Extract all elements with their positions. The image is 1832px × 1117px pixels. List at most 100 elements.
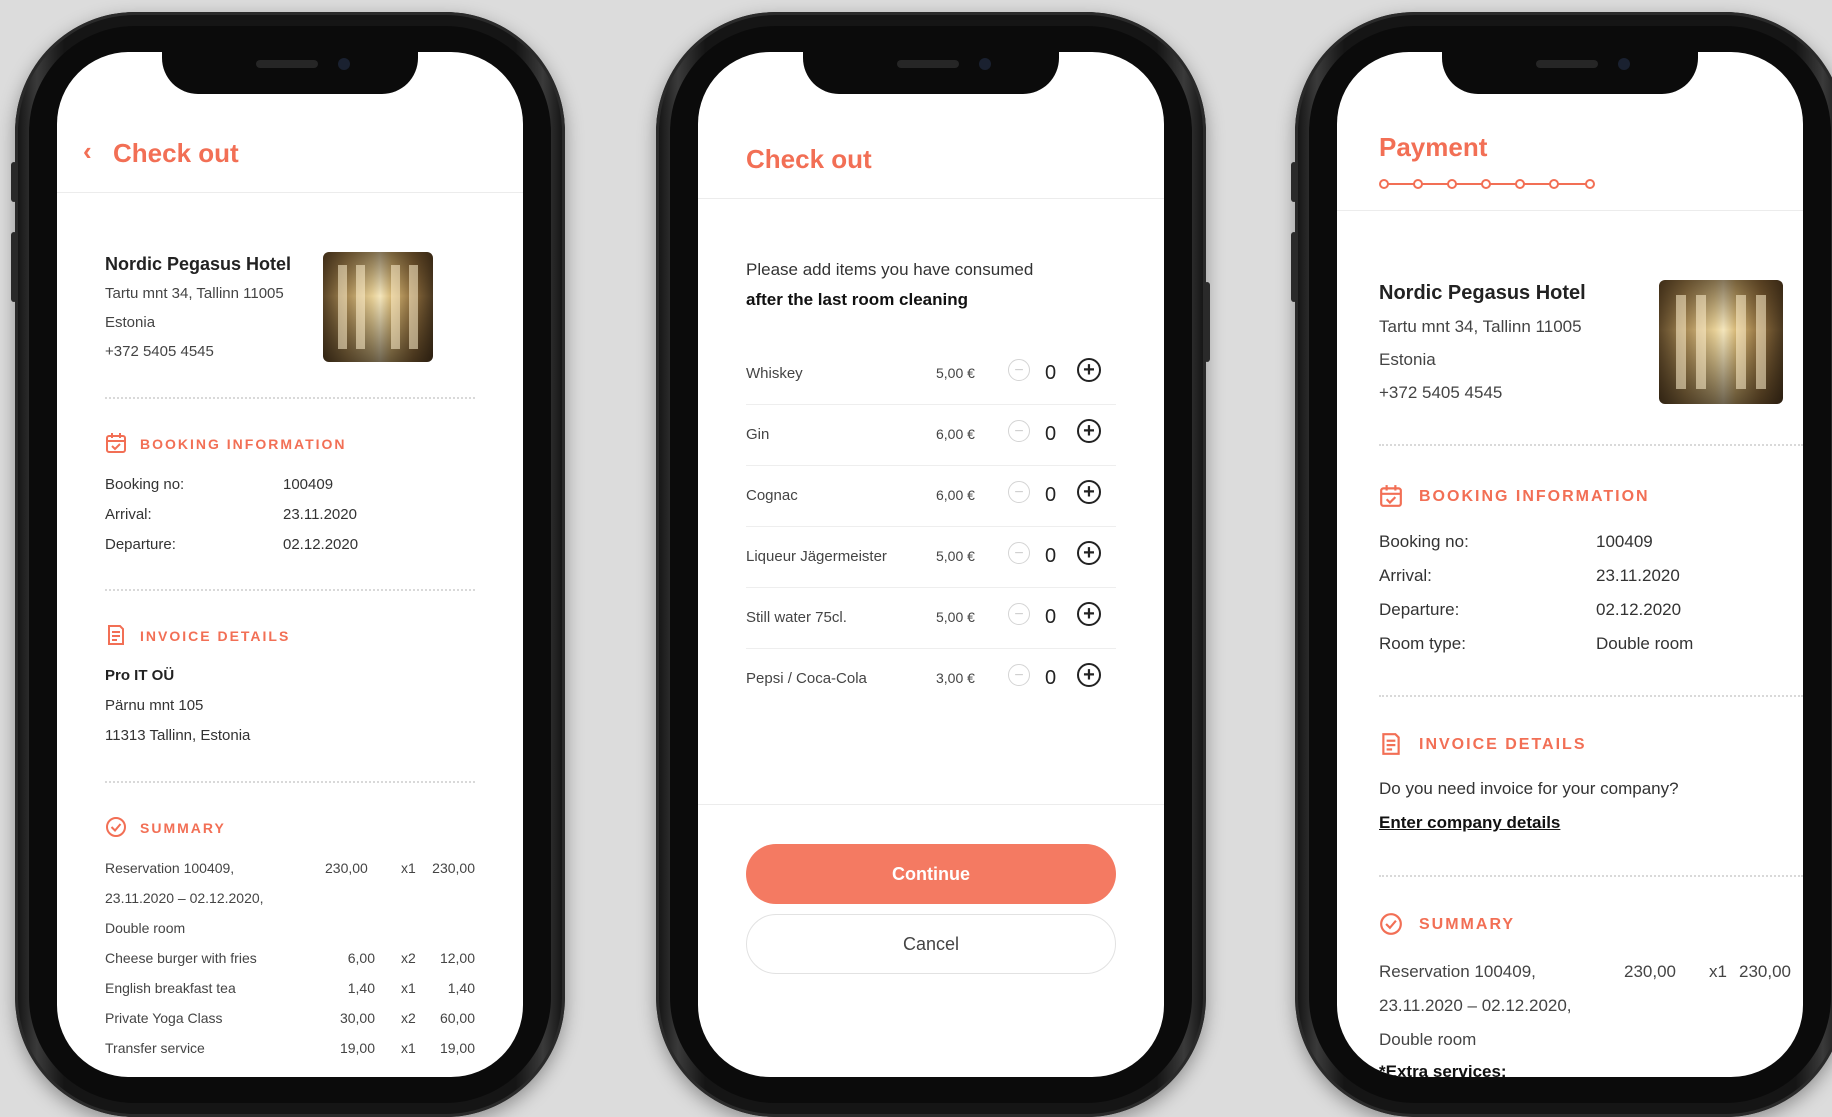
minus-icon[interactable]: − (1008, 542, 1030, 564)
mute-switch (11, 162, 17, 202)
reservation-price: 230,00 (325, 860, 368, 876)
reservation-total: 230,00 (432, 860, 475, 876)
booking-no-label: Booking no: (1379, 532, 1469, 551)
minus-icon[interactable]: − (1008, 481, 1030, 503)
minus-icon[interactable]: − (1008, 359, 1030, 381)
arrival-label: Arrival: (1379, 566, 1432, 585)
item-name: Liqueur Jägermeister (746, 548, 887, 565)
intro-text: Please add items you have consumed (746, 260, 1034, 279)
item-total: 12,00 (439, 950, 475, 966)
cancel-button[interactable]: Cancel (746, 914, 1116, 974)
enter-company-details-link[interactable]: Enter company details (1379, 813, 1560, 833)
reservation-line1: Reservation 100409, (1379, 962, 1536, 981)
extra-services-label: *Extra services: (1379, 1062, 1507, 1077)
arrival-label: Arrival: (105, 506, 152, 523)
item-price: 1,40 (347, 980, 375, 996)
item-qty: x2 (401, 950, 416, 966)
speaker-grille (897, 60, 959, 68)
volume-up-button (1291, 232, 1297, 302)
divider (1379, 695, 1803, 697)
plus-icon[interactable]: + (1077, 480, 1101, 504)
departure-value: 02.12.2020 (283, 536, 359, 553)
reservation-line2: 23.11.2020 – 02.12.2020, (105, 890, 264, 906)
plus-icon[interactable]: + (1077, 419, 1101, 443)
front-camera (338, 58, 350, 70)
item-price: 6,00 € (936, 487, 975, 503)
speaker-grille (1536, 60, 1598, 68)
departure-value: 02.12.2020 (1596, 600, 1682, 619)
list-item: Whiskey 5,00 € − 0 + (746, 343, 1116, 405)
speaker-grille (256, 60, 318, 68)
departure-label: Departure: (105, 536, 176, 553)
item-qty: x2 (401, 1010, 416, 1026)
list-item: Still water 75cl. 5,00 € − 0 + (746, 587, 1116, 649)
item-quantity: 0 (1045, 545, 1057, 567)
summary-reservation-row: Reservation 100409, 230,00 x1 230,00 (1379, 962, 1791, 984)
booking-section-title: BOOKING INFORMATION (140, 436, 347, 452)
continue-button[interactable]: Continue (746, 844, 1116, 904)
divider (1379, 444, 1803, 446)
room-type-label: Room type: (1379, 634, 1466, 653)
item-price: 30,00 (339, 1010, 375, 1026)
item-price: 5,00 € (936, 365, 975, 381)
invoice-question: Do you need invoice for your company? (1379, 779, 1679, 798)
phone-frame-2: Check out Please add items you have cons… (656, 12, 1210, 1117)
phone-notch (803, 52, 1059, 94)
divider (105, 781, 475, 783)
hotel-address: Tartu mnt 34, Tallinn 11005 (105, 285, 284, 302)
list-item: Pepsi / Coca-Cola 3,00 € − 0 + (746, 648, 1116, 709)
item-name: Pepsi / Coca-Cola (746, 670, 867, 687)
booking-no-label: Booking no: (105, 476, 185, 493)
invoice-section-title: INVOICE DETAILS (1419, 736, 1587, 753)
arrival-value: 23.11.2020 (283, 506, 357, 523)
plus-icon[interactable]: + (1077, 541, 1101, 565)
reservation-qty: x1 (1709, 962, 1727, 981)
footer-divider (698, 804, 1164, 805)
summary-item-row: Private Yoga Class 30,00 x2 60,00 (105, 1010, 475, 1030)
company-name: Pro IT OÜ (105, 667, 175, 684)
divider (105, 397, 475, 399)
booking-no-value: 100409 (283, 476, 334, 493)
hotel-address: Tartu mnt 34, Tallinn 11005 (1379, 317, 1582, 336)
hotel-phone: +372 5405 4545 (105, 343, 214, 360)
invoice-icon (108, 625, 124, 645)
page-title: Payment (1379, 132, 1488, 162)
back-arrow-icon[interactable]: ‹ (83, 136, 92, 167)
item-price: 5,00 € (936, 609, 975, 625)
front-camera (1618, 58, 1630, 70)
phone-frame-1: ‹ Check out Nordic Pegasus Hotel Tartu m… (11, 12, 565, 1117)
company-city: 11313 Tallinn, Estonia (105, 727, 251, 744)
intro-text-bold: after the last room cleaning (746, 290, 968, 309)
payment-screen: Payment Nordic Pegasus Hotel Tartu mnt 3… (1337, 52, 1803, 1077)
minus-icon[interactable]: − (1008, 603, 1030, 625)
item-price: 5,00 € (936, 548, 975, 564)
hotel-name: Nordic Pegasus Hotel (105, 254, 292, 274)
check-circle-icon (1380, 913, 1402, 935)
divider (105, 589, 475, 591)
plus-icon[interactable]: + (1077, 663, 1101, 687)
item-name: English breakfast tea (105, 980, 236, 996)
reservation-price: 230,00 (1624, 962, 1676, 981)
volume-up-button (11, 232, 17, 302)
list-item: Liqueur Jägermeister 5,00 € − 0 + (746, 526, 1116, 588)
room-type-value: Double room (1596, 634, 1694, 653)
divider (1379, 875, 1803, 877)
phone-frame-3: Payment Nordic Pegasus Hotel Tartu mnt 3… (1291, 12, 1832, 1117)
plus-icon[interactable]: + (1077, 602, 1101, 626)
page-title: Check out (746, 144, 872, 174)
hotel-phone: +372 5405 4545 (1379, 383, 1503, 402)
item-name: Cheese burger with fries (105, 950, 257, 966)
company-street: Pärnu mnt 105 (105, 697, 204, 714)
hotel-country: Estonia (105, 314, 156, 331)
checkout-screen: ‹ Check out Nordic Pegasus Hotel Tartu m… (57, 52, 523, 1077)
summary-item-row: English breakfast tea 1,40 x1 1,40 (105, 980, 475, 1000)
summary-section-title: SUMMARY (1419, 916, 1516, 933)
summary-item-row: Transfer service 19,00 x1 19,00 (105, 1040, 475, 1060)
item-quantity: 0 (1045, 484, 1057, 506)
minus-icon[interactable]: − (1008, 664, 1030, 686)
plus-icon[interactable]: + (1077, 358, 1101, 382)
minus-icon[interactable]: − (1008, 420, 1030, 442)
item-total: 1,40 (447, 980, 475, 996)
arrival-value: 23.11.2020 (1596, 566, 1680, 585)
item-total: 60,00 (439, 1010, 475, 1026)
